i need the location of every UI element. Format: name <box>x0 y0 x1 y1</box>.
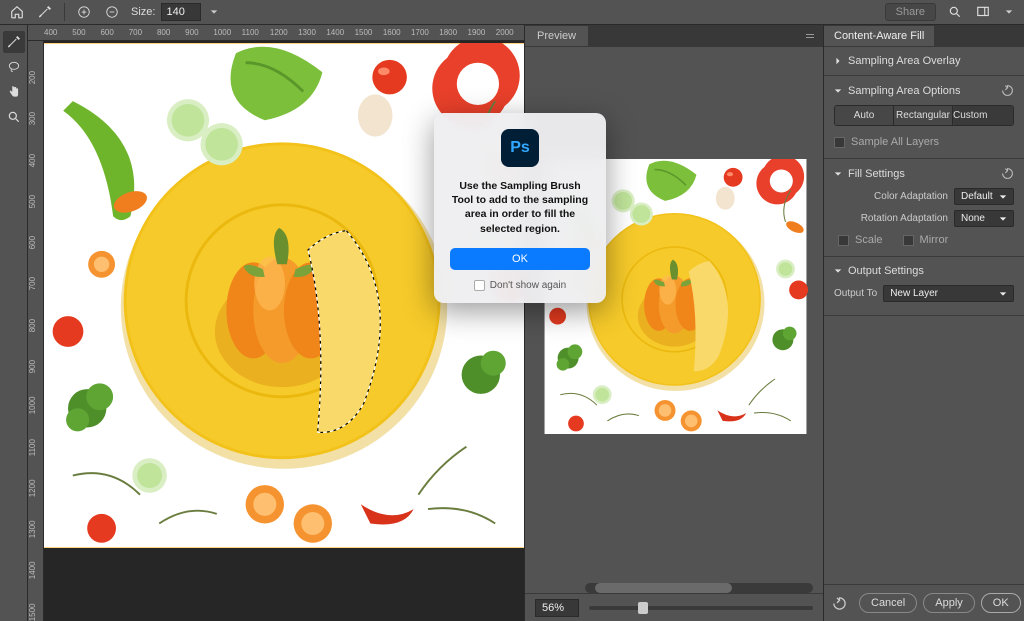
output-section-label[interactable]: Output Settings <box>848 265 924 277</box>
ruler-horizontal: 4005006007008009001000110012001300140015… <box>28 25 524 41</box>
workspace-icon[interactable] <box>974 3 992 21</box>
collapse-icon[interactable] <box>797 31 823 41</box>
home-icon[interactable] <box>8 3 26 21</box>
seg-custom[interactable]: Custom <box>953 106 1013 125</box>
checkbox-icon[interactable] <box>474 280 485 291</box>
apply-button[interactable]: Apply <box>923 593 975 613</box>
search-icon[interactable] <box>946 3 964 21</box>
reset-all-icon[interactable] <box>832 596 847 611</box>
zoom-value[interactable]: 56% <box>535 599 579 617</box>
color-adaptation-select[interactable]: Default <box>954 188 1014 205</box>
content-aware-fill-panel: Content-Aware Fill Sampling Area Overlay… <box>824 25 1024 621</box>
dont-show-label: Don't show again <box>490 280 566 291</box>
subtract-brush-icon[interactable] <box>103 3 121 21</box>
output-to-select[interactable]: New Layer <box>883 285 1014 302</box>
cancel-button[interactable]: Cancel <box>859 593 917 613</box>
seg-auto[interactable]: Auto <box>835 106 894 125</box>
color-adaptation-label: Color Adaptation <box>834 191 948 202</box>
reset-icon[interactable] <box>1001 167 1014 180</box>
chevron-down-icon[interactable] <box>834 267 842 275</box>
checkbox-icon[interactable] <box>834 137 845 148</box>
zoom-slider[interactable] <box>589 606 813 610</box>
rotation-adaptation-select[interactable]: None <box>954 210 1014 227</box>
dialog-message: Use the Sampling Brush Tool to add to th… <box>450 179 590 236</box>
size-label: Size: <box>131 6 155 18</box>
scale-checkbox-row[interactable]: Scale <box>838 232 883 248</box>
sample-all-layers-row[interactable]: Sample All Layers <box>834 134 1014 150</box>
info-dialog: Ps Use the Sampling Brush Tool to add to… <box>434 113 606 303</box>
options-section-label[interactable]: Sampling Area Options <box>848 85 961 97</box>
chevron-down-icon[interactable] <box>207 5 221 19</box>
add-brush-icon[interactable] <box>75 3 93 21</box>
photoshop-logo-icon: Ps <box>501 129 539 167</box>
share-button[interactable]: Share <box>885 3 936 21</box>
preview-tab[interactable]: Preview <box>525 26 588 46</box>
zoom-tool[interactable] <box>3 106 25 128</box>
reset-icon[interactable] <box>1001 84 1014 97</box>
ruler-vertical: 2003004005006007008009001000110012001300… <box>28 41 44 621</box>
brush-icon[interactable] <box>36 3 54 21</box>
preview-scrollbar[interactable] <box>585 583 813 593</box>
chevron-down-icon[interactable] <box>834 170 842 178</box>
lasso-tool[interactable] <box>3 56 25 78</box>
toolbar <box>0 25 28 621</box>
rotation-adaptation-label: Rotation Adaptation <box>834 213 948 224</box>
ok-button[interactable]: OK <box>981 593 1021 613</box>
options-bar: Size: Share <box>0 0 1024 25</box>
chevron-right-icon[interactable] <box>834 57 842 65</box>
seg-rectangular[interactable]: Rectangular <box>894 106 953 125</box>
output-to-label: Output To <box>834 288 877 299</box>
panel-title: Content-Aware Fill <box>824 26 934 46</box>
overlay-section-label[interactable]: Sampling Area Overlay <box>848 55 961 67</box>
sample-all-label: Sample All Layers <box>851 136 939 148</box>
chevron-down-icon[interactable] <box>1002 5 1016 19</box>
sampling-mode-segment: Auto Rectangular Custom <box>834 105 1014 126</box>
dialog-ok-button[interactable]: OK <box>450 248 590 270</box>
dont-show-again-row[interactable]: Don't show again <box>450 280 590 291</box>
chevron-down-icon[interactable] <box>834 87 842 95</box>
mirror-checkbox-row[interactable]: Mirror <box>903 232 949 248</box>
sampling-brush-tool[interactable] <box>3 31 25 53</box>
size-input[interactable] <box>161 3 201 21</box>
hand-tool[interactable] <box>3 81 25 103</box>
fill-section-label[interactable]: Fill Settings <box>848 168 905 180</box>
